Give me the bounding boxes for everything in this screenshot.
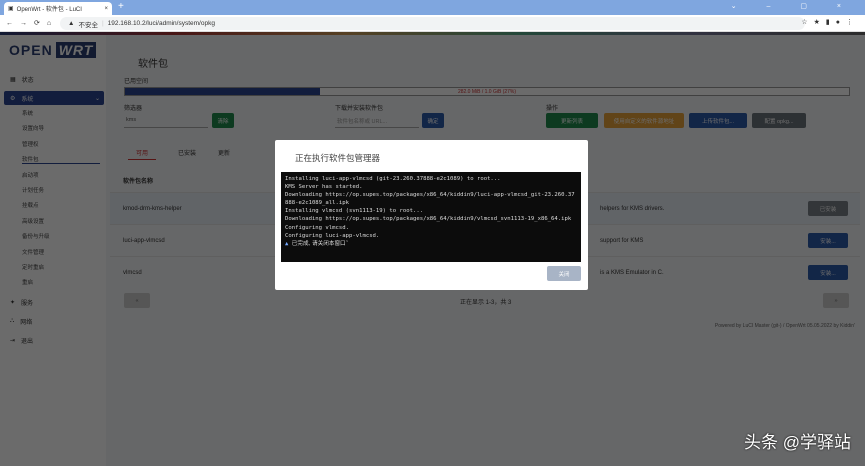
footer-text: Powered by LuCI Master (git-) / OpenWrt …: [714, 323, 855, 329]
sidebar-subitem[interactable]: 挂载点: [22, 201, 39, 209]
nav-label: 状态: [21, 77, 34, 84]
sidebar-subitem[interactable]: 软件包: [22, 155, 100, 165]
sidebar-subitem[interactable]: 文件管理: [22, 248, 44, 256]
filter-label: 筛选器: [124, 106, 143, 112]
package-description: is a KMS Emulator in C.: [600, 269, 664, 276]
close-button[interactable]: 关闭: [547, 266, 581, 281]
status-icon: ▦: [10, 76, 16, 83]
dialog-title: 正在执行软件包管理器: [295, 153, 381, 163]
custom-feed-button[interactable]: 使用自定义的软件源地址: [604, 113, 684, 128]
prev-page-button[interactable]: «: [124, 293, 150, 308]
nav-label: 系统: [21, 96, 34, 103]
clear-button[interactable]: 清除: [212, 113, 234, 128]
pager-text: 正在显示 1-3，共 3: [460, 300, 512, 306]
sidebar-subitem[interactable]: 计划任务: [22, 186, 44, 194]
sidebar-item-network[interactable]: ⛬ 网络: [4, 314, 104, 328]
package-manager-dialog: 正在执行软件包管理器 Installing luci-app-vlmcsd (g…: [275, 140, 588, 290]
tabs: 可用 已安装 更新: [128, 146, 230, 160]
package-action-button[interactable]: 安装...: [808, 265, 848, 280]
services-icon: ✦: [10, 299, 16, 306]
disk-label: 已用空间: [124, 79, 149, 85]
package-description: support for KMS: [600, 237, 644, 244]
sidebar-subitem[interactable]: 备份与升级: [22, 232, 50, 240]
chevron-down-icon: ⌄: [94, 95, 100, 102]
nav-label: 退出: [21, 338, 34, 345]
sidebar-item-status[interactable]: ▦ 状态: [4, 72, 104, 86]
logout-icon: ⇥: [10, 337, 16, 344]
sidebar-subitem[interactable]: 设置向导: [22, 124, 44, 132]
disk-text: 282.0 MiB / 1.0 GiB (27%): [457, 89, 517, 95]
package-action-button[interactable]: 已安装: [808, 201, 848, 216]
ok-button[interactable]: 确定: [422, 113, 444, 128]
filter-input[interactable]: kms: [124, 113, 208, 128]
done-message: 已完成, 请关闭本窗口˜: [291, 240, 349, 247]
actions-label: 操作: [546, 106, 559, 112]
sidebar-subitem[interactable]: 管理权: [22, 140, 39, 148]
done-icon: ▲: [285, 240, 289, 247]
tab-available[interactable]: 可用: [128, 146, 157, 160]
sidebar-subitem[interactable]: 高级设置: [22, 217, 44, 225]
next-page-button[interactable]: »: [823, 293, 849, 308]
sidebar-subitem[interactable]: 重启: [22, 278, 33, 286]
package-description: helpers for KMS drivers.: [600, 205, 665, 212]
package-name: kmod-drm-kms-helper: [123, 205, 182, 212]
update-lists-button[interactable]: 更新列表: [546, 113, 598, 128]
gear-icon: ⚙: [10, 95, 16, 102]
nav-label: 网络: [20, 319, 33, 326]
package-name: luci-app-vlmcsd: [123, 237, 165, 244]
nav-label: 服务: [21, 300, 34, 307]
column-header-name: 软件包名称: [123, 179, 154, 185]
openwrt-logo: OPEN WRT: [6, 42, 97, 58]
sidebar-item-system[interactable]: ⚙ 系统 ⌄: [4, 91, 104, 105]
tab-installed[interactable]: 已安装: [178, 146, 196, 160]
log-text: Installing luci-app-vlmcsd (git-23.260.3…: [285, 176, 575, 239]
sidebar-subitem[interactable]: 定时重启: [22, 263, 44, 271]
package-name: vlmcsd: [123, 269, 142, 276]
sidebar-item-logout[interactable]: ⇥ 退出: [4, 333, 104, 347]
download-label: 下载并安装软件包: [335, 106, 384, 112]
configure-opkg-button[interactable]: 配置 opkg...: [752, 113, 806, 128]
disk-progress: 282.0 MiB / 1.0 GiB (27%): [124, 87, 850, 96]
page-title: 软件包: [138, 59, 168, 70]
download-input[interactable]: 软件包名称或 URL...: [335, 113, 419, 128]
terminal-output: Installing luci-app-vlmcsd (git-23.260.3…: [281, 172, 581, 262]
sidebar-subitem[interactable]: 系统: [22, 109, 33, 117]
tab-updates[interactable]: 更新: [218, 146, 230, 160]
package-action-button[interactable]: 安装...: [808, 233, 848, 248]
watermark: 头条 @学驿站: [744, 433, 851, 452]
sidebar-subitem[interactable]: 启动项: [22, 171, 39, 179]
network-icon: ⛬: [10, 317, 15, 324]
accent-bar: [0, 32, 865, 35]
sidebar-item-services[interactable]: ✦ 服务: [4, 295, 104, 309]
upload-button[interactable]: 上传软件包...: [689, 113, 747, 128]
sidebar: OPEN WRT ▦ 状态 ⚙ 系统 ⌄ 系统设置向导管理权软件包启动项计划任务挂载点高…: [0, 35, 106, 466]
